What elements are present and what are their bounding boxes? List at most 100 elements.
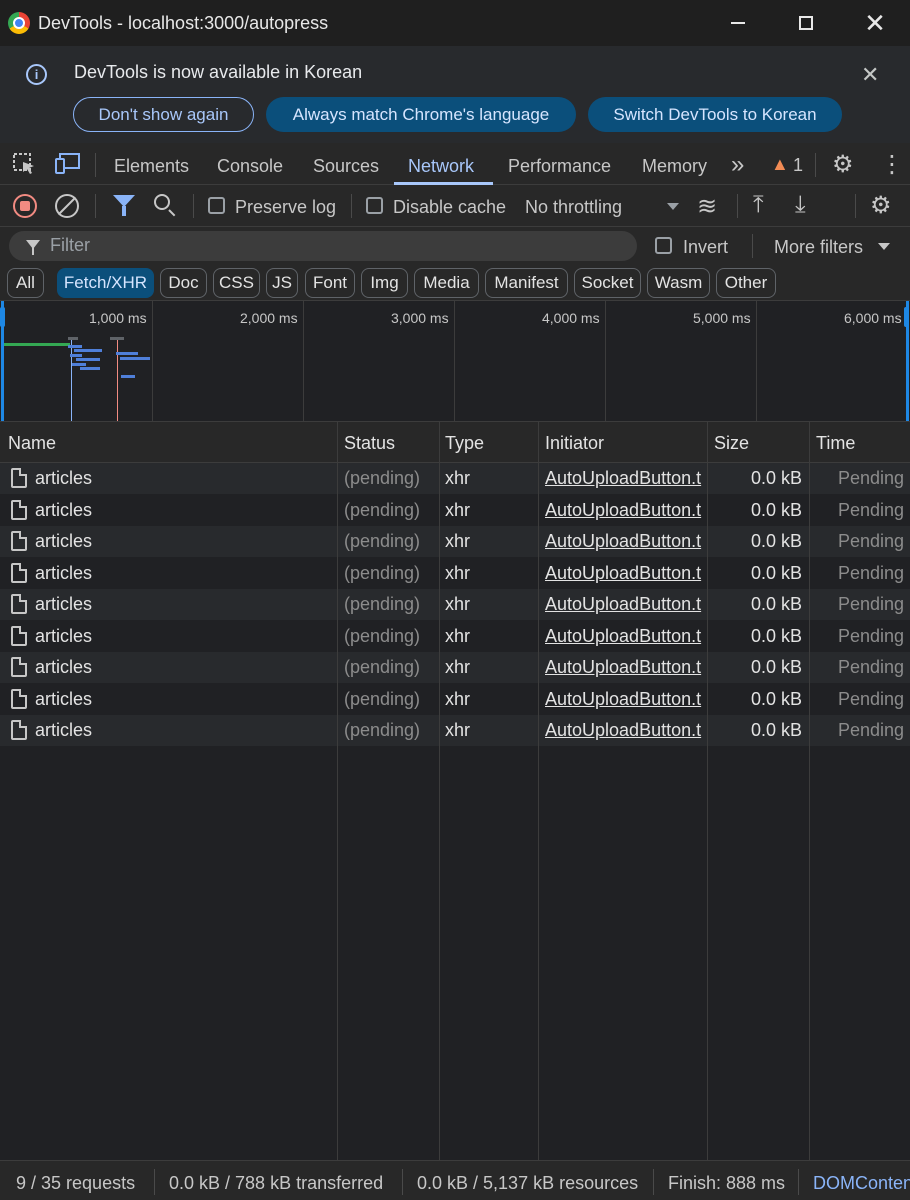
column-header-name[interactable]: Name [8, 433, 56, 454]
dont-show-again-button[interactable]: Don't show again [73, 97, 254, 132]
summary-domcontentloaded: DOMContentLoaded [813, 1173, 910, 1193]
request-status: (pending) [344, 657, 421, 677]
devtools-tab-bar: Elements Console Sources Network Perform… [0, 143, 910, 185]
overview-gridline [605, 301, 606, 421]
overview-left-handle[interactable] [0, 307, 5, 327]
filter-funnel-icon[interactable] [113, 195, 135, 216]
tab-network[interactable]: Network [408, 156, 474, 177]
throttling-dropdown-icon[interactable] [667, 203, 679, 210]
request-time: Pending [837, 562, 904, 583]
chip-fetch-xhr[interactable]: Fetch/XHR [57, 268, 154, 298]
column-header-initiator[interactable]: Initiator [545, 433, 604, 454]
column-header-type[interactable]: Type [445, 433, 484, 454]
request-initiator-link[interactable]: AutoUploadButton.t [545, 689, 707, 710]
request-initiator-link[interactable]: AutoUploadButton.t [545, 720, 707, 741]
throttling-select[interactable]: No throttling [525, 197, 622, 218]
table-row[interactable]: articles (pending) xhr AutoUploadButton.… [0, 557, 910, 589]
tab-performance[interactable]: Performance [508, 156, 611, 177]
column-divider[interactable] [538, 422, 539, 1160]
request-initiator-link[interactable]: AutoUploadButton.t [545, 531, 707, 552]
table-row[interactable]: articles (pending) xhr AutoUploadButton.… [0, 652, 910, 683]
network-settings-gear-icon[interactable]: ⚙ [870, 191, 892, 220]
column-divider[interactable] [707, 422, 708, 1160]
request-type: xhr [445, 720, 471, 740]
request-size: 0.0 kB [750, 562, 802, 583]
import-har-upload-icon[interactable]: ⤒ [753, 191, 764, 219]
filter-separator [752, 234, 753, 258]
warning-count[interactable]: 1 [793, 155, 803, 176]
network-conditions-wifi-icon[interactable]: ≋ [697, 192, 717, 221]
always-match-language-button[interactable]: Always match Chrome's language [266, 97, 576, 132]
disable-cache-checkbox[interactable] [366, 197, 383, 214]
device-toolbar-icon[interactable] [55, 153, 81, 175]
more-options-kebab-icon[interactable]: ⋮ [880, 150, 904, 179]
switch-to-korean-button[interactable]: Switch DevTools to Korean [588, 97, 842, 132]
invert-checkbox[interactable] [655, 237, 672, 254]
request-initiator-link[interactable]: AutoUploadButton.t [545, 626, 707, 647]
chip-font[interactable]: Font [305, 268, 355, 298]
request-initiator-link[interactable]: AutoUploadButton.t [545, 657, 707, 678]
chip-manifest[interactable]: Manifest [485, 268, 568, 298]
request-name: articles [35, 625, 93, 646]
more-filters-dropdown-icon[interactable] [878, 243, 890, 250]
overview-gridline [303, 301, 304, 421]
chip-js[interactable]: JS [266, 268, 298, 298]
request-size: 0.0 kB [750, 720, 802, 740]
more-tabs-icon[interactable]: » [731, 151, 744, 179]
summary-separator [402, 1169, 403, 1195]
overview-tick-label: 1,000 ms [89, 310, 147, 326]
window-title: DevTools - localhost:3000/autopress [38, 13, 329, 33]
column-divider[interactable] [809, 422, 810, 1160]
table-row[interactable]: articles (pending) xhr AutoUploadButton.… [0, 715, 910, 746]
chip-other[interactable]: Other [716, 268, 776, 298]
column-header-time[interactable]: Time [816, 433, 855, 454]
overview-request-bar [76, 358, 100, 361]
request-initiator-link[interactable]: AutoUploadButton.t [545, 563, 707, 584]
infobar-close-icon[interactable]: ✕ [861, 62, 879, 88]
table-row[interactable]: articles (pending) xhr AutoUploadButton.… [0, 526, 910, 557]
table-row[interactable]: articles (pending) xhr AutoUploadButton.… [0, 683, 910, 715]
tab-sources[interactable]: Sources [313, 156, 379, 177]
chip-img[interactable]: Img [361, 268, 408, 298]
settings-gear-icon[interactable]: ⚙ [832, 150, 854, 179]
request-initiator-link[interactable]: AutoUploadButton.t [545, 500, 707, 521]
toolbar-separator-2 [193, 194, 194, 218]
info-icon: i [26, 64, 47, 85]
request-initiator-link[interactable]: AutoUploadButton.t [545, 468, 707, 489]
network-overview-timeline[interactable]: 1,000 ms 2,000 ms 3,000 ms 4,000 ms 5,00… [0, 301, 910, 422]
column-header-status[interactable]: Status [344, 433, 395, 454]
tab-elements[interactable]: Elements [114, 156, 189, 177]
request-size: 0.0 kB [750, 468, 802, 488]
request-initiator-link[interactable]: AutoUploadButton.t [545, 594, 707, 615]
column-divider[interactable] [337, 422, 338, 1160]
tab-console[interactable]: Console [217, 156, 283, 177]
tab-memory[interactable]: Memory [642, 156, 707, 177]
preserve-log-checkbox[interactable] [208, 197, 225, 214]
more-filters-button[interactable]: More filters [774, 237, 863, 258]
close-window-button[interactable]: ✕ [852, 0, 898, 46]
search-icon[interactable] [154, 194, 170, 210]
chip-wasm[interactable]: Wasm [647, 268, 710, 298]
stop-recording-icon[interactable] [13, 194, 37, 218]
export-har-download-icon[interactable]: ⤓ [795, 191, 806, 219]
maximize-button[interactable] [783, 0, 829, 46]
table-row[interactable]: articles (pending) xhr AutoUploadButton.… [0, 620, 910, 652]
inspect-element-icon[interactable] [13, 153, 37, 175]
table-row[interactable]: articles (pending) xhr AutoUploadButton.… [0, 463, 910, 494]
resource-type-filters: All Fetch/XHR Doc CSS JS Font Img Media … [0, 265, 910, 301]
filter-input[interactable] [50, 235, 610, 256]
column-divider[interactable] [439, 422, 440, 1160]
chip-css[interactable]: CSS [213, 268, 260, 298]
overview-right-handle[interactable] [904, 307, 909, 327]
table-row[interactable]: articles (pending) xhr AutoUploadButton.… [0, 589, 910, 620]
clear-log-icon[interactable] [55, 194, 79, 218]
overview-gridline [756, 301, 757, 421]
chip-doc[interactable]: Doc [160, 268, 207, 298]
column-header-size[interactable]: Size [714, 433, 749, 454]
chip-socket[interactable]: Socket [574, 268, 641, 298]
warning-icon[interactable]: ▲ [771, 154, 789, 175]
minimize-button[interactable] [715, 0, 761, 46]
chip-all[interactable]: All [7, 268, 44, 298]
chip-media[interactable]: Media [414, 268, 479, 298]
table-row[interactable]: articles (pending) xhr AutoUploadButton.… [0, 494, 910, 526]
